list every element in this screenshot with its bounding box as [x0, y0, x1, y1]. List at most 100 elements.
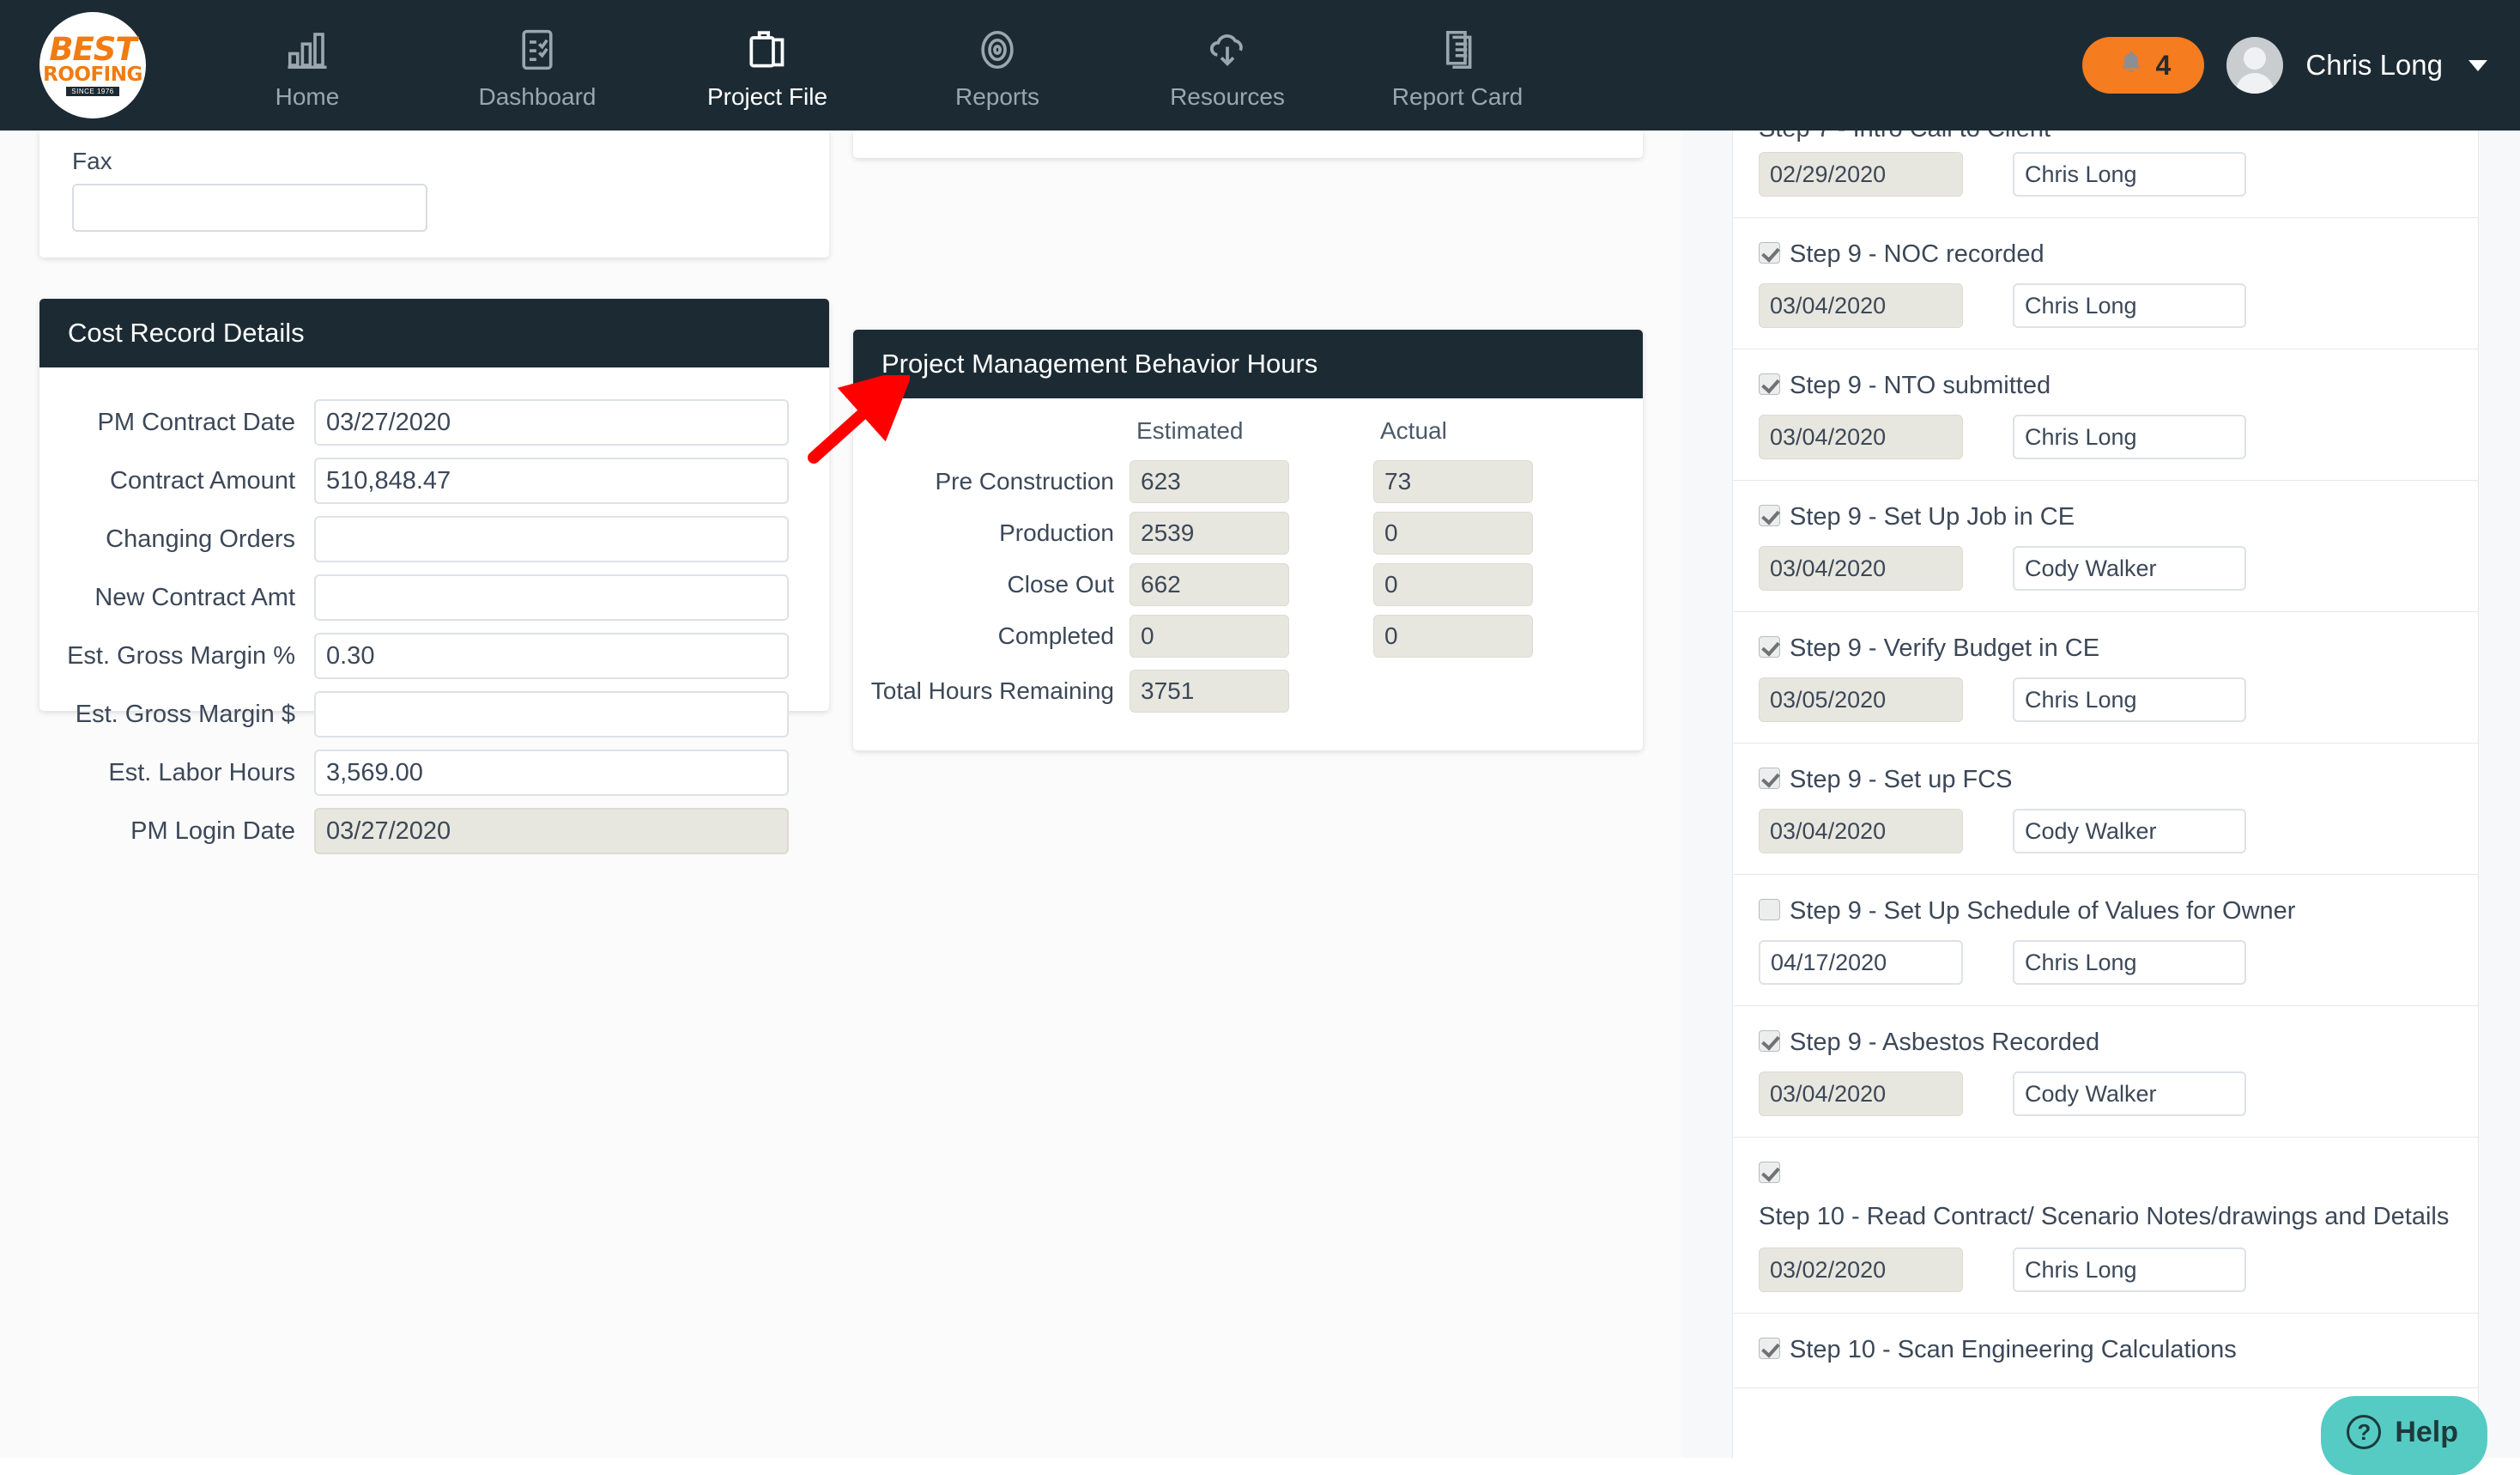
input-changing-orders[interactable]	[314, 516, 789, 562]
step-row-asbestos-recorded[interactable]: Step 9 - Asbestos Recorded 03/04/2020 Co…	[1733, 1006, 2478, 1138]
step-checkbox-schedule-of-values-for-owner[interactable]	[1759, 899, 1780, 921]
input-est-gross-margin-pct[interactable]: 0.30	[314, 633, 789, 679]
step-assignee-intro-call-to-client[interactable]: Chris Long	[2013, 152, 2246, 197]
field-row-pm-contract-date: PM Contract Date 03/27/2020	[39, 393, 829, 452]
input-pm-login-date: 03/27/2020	[314, 808, 789, 854]
step-checkbox-verify-budget-in-ce[interactable]	[1759, 636, 1780, 659]
label-contract-amount: Contract Amount	[110, 466, 295, 495]
nav-label-report-card: Report Card	[1391, 83, 1524, 110]
step-assignee-asbestos-recorded[interactable]: Cody Walker	[2013, 1071, 2246, 1117]
input-contract-amount[interactable]: 510,848.47	[314, 458, 789, 504]
input-est-gross-margin-dollars[interactable]	[314, 691, 789, 738]
nav-label-reports: Reports	[954, 83, 1040, 110]
nav-item-dashboard[interactable]: Dashboard	[422, 20, 652, 111]
step-head-asbestos-recorded: Step 9 - Asbestos Recorded	[1759, 1025, 2452, 1059]
step-row-read-contract-scenario-notes[interactable]: Step 10 - Read Contract/ Scenario Notes/…	[1733, 1138, 2478, 1314]
step-title-asbestos-recorded: Step 9 - Asbestos Recorded	[1790, 1029, 2100, 1057]
step-checkbox-scan-engineering-calculations[interactable]	[1759, 1338, 1780, 1360]
input-new-contract-amt[interactable]	[314, 574, 789, 621]
fax-input[interactable]	[72, 184, 427, 232]
step-checkbox-set-up-fcs[interactable]	[1759, 768, 1780, 790]
step-assignee-set-up-job-in-ce[interactable]: Cody Walker	[2013, 546, 2246, 592]
step-fields-nto-submitted: 03/04/2020 Chris Long	[1759, 415, 2452, 460]
checklist-icon	[514, 23, 560, 76]
input-est-labor-hours[interactable]: 3,569.00	[314, 750, 789, 796]
step-assignee-verify-budget-in-ce[interactable]: Chris Long	[2013, 677, 2246, 723]
cloud-download-icon	[1203, 23, 1251, 76]
step-checkbox-set-up-job-in-ce[interactable]	[1759, 505, 1780, 527]
pm-hours-row-production: Production 2539 0	[853, 508, 1643, 558]
estimated-pre-construction: 623	[1130, 460, 1289, 503]
step-checkbox-asbestos-recorded[interactable]	[1759, 1030, 1780, 1053]
pm-hours-row-close-out: Close Out 662 0	[853, 560, 1643, 610]
help-button[interactable]: ? Help	[2321, 1396, 2487, 1475]
value-total-hours-remaining: 3751	[1130, 670, 1289, 713]
step-date-read-contract-scenario-notes: 03/02/2020	[1759, 1247, 1963, 1293]
notifications-button[interactable]: 4	[2082, 37, 2205, 94]
chevron-down-icon[interactable]	[2469, 59, 2487, 71]
user-name: Chris Long	[2305, 49, 2443, 81]
step-assignee-set-up-fcs[interactable]: Cody Walker	[2013, 809, 2246, 854]
step-checkbox-noc-recorded[interactable]	[1759, 242, 1780, 264]
step-head-set-up-job-in-ce: Step 9 - Set Up Job in CE	[1759, 500, 2452, 534]
step-fields-schedule-of-values-for-owner: 04/17/2020 Chris Long	[1759, 940, 2452, 986]
step-title-intro-call-to-client: Step 7 - Intro Call to Client	[1759, 131, 2452, 143]
field-row-est-gross-margin-dollars: Est. Gross Margin $	[39, 685, 829, 744]
step-fields-noc-recorded: 03/04/2020 Chris Long	[1759, 283, 2452, 329]
cost-record-fields: PM Contract Date 03/27/2020 Contract Amo…	[39, 367, 829, 860]
help-label: Help	[2395, 1415, 2458, 1448]
step-checkbox-nto-submitted[interactable]	[1759, 373, 1780, 396]
step-date-noc-recorded: 03/04/2020	[1759, 283, 1963, 329]
background-strip-left	[0, 131, 39, 1458]
step-date-schedule-of-values-for-owner[interactable]: 04/17/2020	[1759, 940, 1963, 986]
nav-item-project-file[interactable]: Project File	[652, 20, 882, 111]
step-row-schedule-of-values-for-owner[interactable]: Step 9 - Set Up Schedule of Values for O…	[1733, 875, 2478, 1007]
step-assignee-read-contract-scenario-notes[interactable]: Chris Long	[2013, 1247, 2246, 1293]
field-row-est-labor-hours: Est. Labor Hours 3,569.00	[39, 744, 829, 802]
nav-item-resources[interactable]: Resources	[1112, 20, 1342, 111]
contact-info-card: Fax	[39, 131, 829, 258]
label-pm-login-date: PM Login Date	[130, 816, 295, 845]
step-row-verify-budget-in-ce[interactable]: Step 9 - Verify Budget in CE 03/05/2020 …	[1733, 612, 2478, 744]
step-assignee-schedule-of-values-for-owner[interactable]: Chris Long	[2013, 940, 2246, 986]
nav-item-home[interactable]: Home	[192, 20, 422, 111]
nav-label-project-file: Project File	[706, 83, 828, 110]
step-head-set-up-fcs: Step 9 - Set up FCS	[1759, 762, 2452, 797]
step-row-intro-call-to-client[interactable]: Step 7 - Intro Call to Client 02/29/2020…	[1733, 131, 2478, 218]
step-row-set-up-fcs[interactable]: Step 9 - Set up FCS 03/04/2020 Cody Walk…	[1733, 744, 2478, 876]
notification-count: 4	[2155, 49, 2172, 81]
step-checkbox-read-contract-scenario-notes[interactable]	[1759, 1162, 1780, 1184]
step-title-set-up-fcs: Step 9 - Set up FCS	[1790, 766, 2013, 794]
label-close-out: Close Out	[1007, 571, 1115, 598]
label-changing-orders: Changing Orders	[106, 525, 295, 553]
step-row-nto-submitted[interactable]: Step 9 - NTO submitted 03/04/2020 Chris …	[1733, 349, 2478, 482]
nav-label-home: Home	[275, 83, 340, 110]
step-title-read-contract-scenario-notes: Step 10 - Read Contract/ Scenario Notes/…	[1759, 1203, 2450, 1231]
best-roofing-logo[interactable]: BEST ROOFING SINCE 1976	[39, 12, 146, 118]
step-row-scan-engineering-calculations[interactable]: Step 10 - Scan Engineering Calculations	[1733, 1314, 2478, 1389]
project-steps-panel[interactable]: Step 7 - Intro Call to Client 02/29/2020…	[1732, 131, 2479, 1458]
step-head-read-contract-scenario-notes: Step 10 - Read Contract/ Scenario Notes/…	[1759, 1156, 2452, 1234]
step-assignee-noc-recorded[interactable]: Chris Long	[2013, 283, 2246, 329]
nav-item-reports[interactable]: Reports	[882, 20, 1112, 111]
primary-nav-items: Home Dashboard Project File Reports Reso…	[192, 20, 1572, 111]
step-head-schedule-of-values-for-owner: Step 9 - Set Up Schedule of Values for O…	[1759, 894, 2452, 928]
avatar[interactable]	[2226, 37, 2284, 94]
step-assignee-nto-submitted[interactable]: Chris Long	[2013, 415, 2246, 460]
bell-icon	[2117, 49, 2146, 82]
step-fields-intro-call-to-client: 02/29/2020 Chris Long	[1759, 152, 2452, 197]
nav-item-report-card[interactable]: Report Card	[1342, 20, 1572, 111]
actual-production: 0	[1373, 512, 1533, 555]
middle-column-partial-card	[853, 131, 1643, 158]
step-date-intro-call-to-client: 02/29/2020	[1759, 152, 1963, 197]
step-fields-set-up-fcs: 03/04/2020 Cody Walker	[1759, 809, 2452, 854]
step-fields-asbestos-recorded: 03/04/2020 Cody Walker	[1759, 1071, 2452, 1117]
step-row-noc-recorded[interactable]: Step 9 - NOC recorded 03/04/2020 Chris L…	[1733, 218, 2478, 350]
input-pm-contract-date[interactable]: 03/27/2020	[314, 399, 789, 446]
step-row-set-up-job-in-ce[interactable]: Step 9 - Set Up Job in CE 03/04/2020 Cod…	[1733, 481, 2478, 613]
label-production: Production	[999, 519, 1114, 546]
pm-behavior-hours-title: Project Management Behavior Hours	[853, 330, 1643, 398]
label-completed: Completed	[997, 622, 1114, 649]
nav-label-resources: Resources	[1170, 83, 1285, 110]
step-fields-verify-budget-in-ce: 03/05/2020 Chris Long	[1759, 677, 2452, 723]
